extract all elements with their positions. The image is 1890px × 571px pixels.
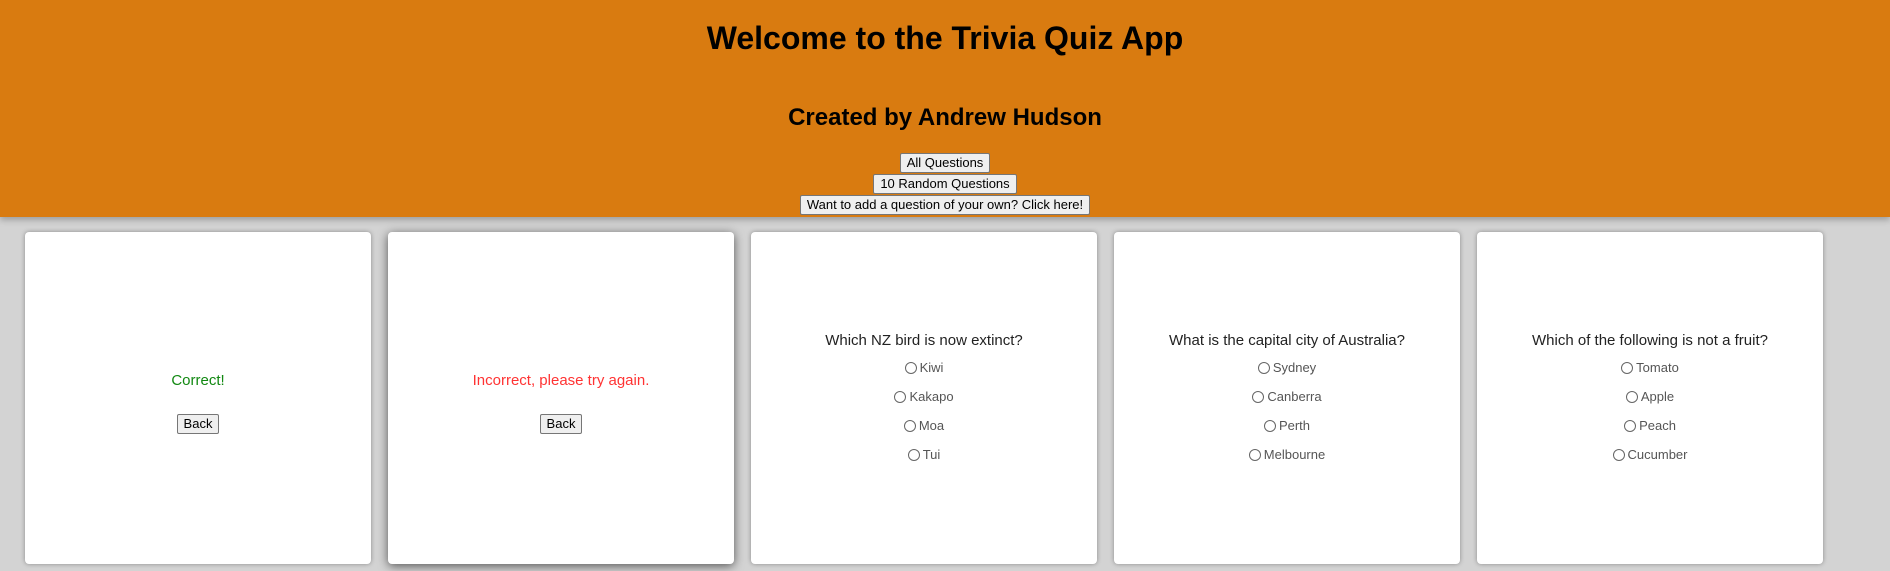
- answer-option[interactable]: Sydney: [1257, 360, 1317, 389]
- radio-button[interactable]: [1263, 420, 1276, 432]
- option-label: Apple: [1640, 389, 1675, 404]
- option-label: Canberra: [1267, 389, 1322, 404]
- option-label: Kakapo: [909, 389, 954, 404]
- page-subtitle: Created by Andrew Hudson: [788, 104, 1102, 131]
- option-label: Perth: [1278, 418, 1311, 433]
- incorrect-message: Incorrect, please try again.: [472, 372, 650, 389]
- question-text: What is the capital city of Australia?: [1169, 332, 1405, 349]
- answer-option[interactable]: Melbourne: [1248, 447, 1326, 476]
- question-text: Which of the following is not a fruit?: [1532, 332, 1768, 349]
- option-label: Tomato: [1636, 360, 1679, 375]
- answer-option[interactable]: Canberra: [1252, 389, 1322, 418]
- answer-option[interactable]: Peach: [1624, 418, 1676, 447]
- correct-message: Correct!: [171, 372, 225, 389]
- back-button[interactable]: Back: [176, 414, 220, 434]
- answer-option[interactable]: Tomato: [1621, 360, 1679, 389]
- question-card: Which of the following is not a fruit? T…: [1477, 232, 1823, 564]
- option-label: Peach: [1639, 418, 1676, 433]
- answer-option[interactable]: Tui: [907, 447, 941, 476]
- answer-options: Kiwi Kakapo Moa Tui: [751, 360, 1097, 476]
- back-button[interactable]: Back: [539, 414, 583, 434]
- radio-button[interactable]: [1252, 391, 1265, 403]
- option-label: Sydney: [1272, 360, 1317, 375]
- radio-button[interactable]: [904, 362, 917, 374]
- answer-options: Tomato Apple Peach Cucumber: [1477, 360, 1823, 476]
- question-card: Which NZ bird is now extinct? Kiwi Kakap…: [751, 232, 1097, 564]
- radio-button[interactable]: [894, 391, 907, 403]
- question-text: Which NZ bird is now extinct?: [825, 332, 1023, 349]
- random-questions-button[interactable]: 10 Random Questions: [873, 174, 1017, 194]
- answer-option[interactable]: Perth: [1263, 418, 1311, 447]
- result-card: Correct! Back: [25, 232, 371, 564]
- result-card: Incorrect, please try again. Back: [388, 232, 734, 564]
- option-label: Kiwi: [919, 360, 944, 375]
- add-question-button[interactable]: Want to add a question of your own? Clic…: [799, 195, 1091, 215]
- header: Welcome to the Trivia Quiz App Created b…: [0, 0, 1890, 217]
- radio-button[interactable]: [1624, 420, 1637, 432]
- radio-button[interactable]: [1612, 449, 1625, 461]
- option-label: Tui: [922, 447, 941, 462]
- all-questions-button[interactable]: All Questions: [899, 153, 991, 173]
- nav-buttons: All Questions 10 Random Questions Want t…: [0, 153, 1890, 215]
- answer-option[interactable]: Moa: [903, 418, 945, 447]
- option-label: Melbourne: [1263, 447, 1326, 462]
- radio-button[interactable]: [907, 449, 920, 461]
- answer-option[interactable]: Cucumber: [1612, 447, 1688, 476]
- option-label: Cucumber: [1627, 447, 1688, 462]
- answer-option[interactable]: Kiwi: [904, 360, 944, 389]
- radio-button[interactable]: [1248, 449, 1261, 461]
- answer-option[interactable]: Apple: [1625, 389, 1675, 418]
- radio-button[interactable]: [903, 420, 916, 432]
- answer-option[interactable]: Kakapo: [894, 389, 954, 418]
- radio-button[interactable]: [1625, 391, 1638, 403]
- question-card: What is the capital city of Australia? S…: [1114, 232, 1460, 564]
- radio-button[interactable]: [1621, 362, 1634, 374]
- radio-button[interactable]: [1257, 362, 1270, 374]
- page-title: Welcome to the Trivia Quiz App: [706, 20, 1184, 56]
- option-label: Moa: [918, 418, 945, 433]
- answer-options: Sydney Canberra Perth Melbourne: [1114, 360, 1460, 476]
